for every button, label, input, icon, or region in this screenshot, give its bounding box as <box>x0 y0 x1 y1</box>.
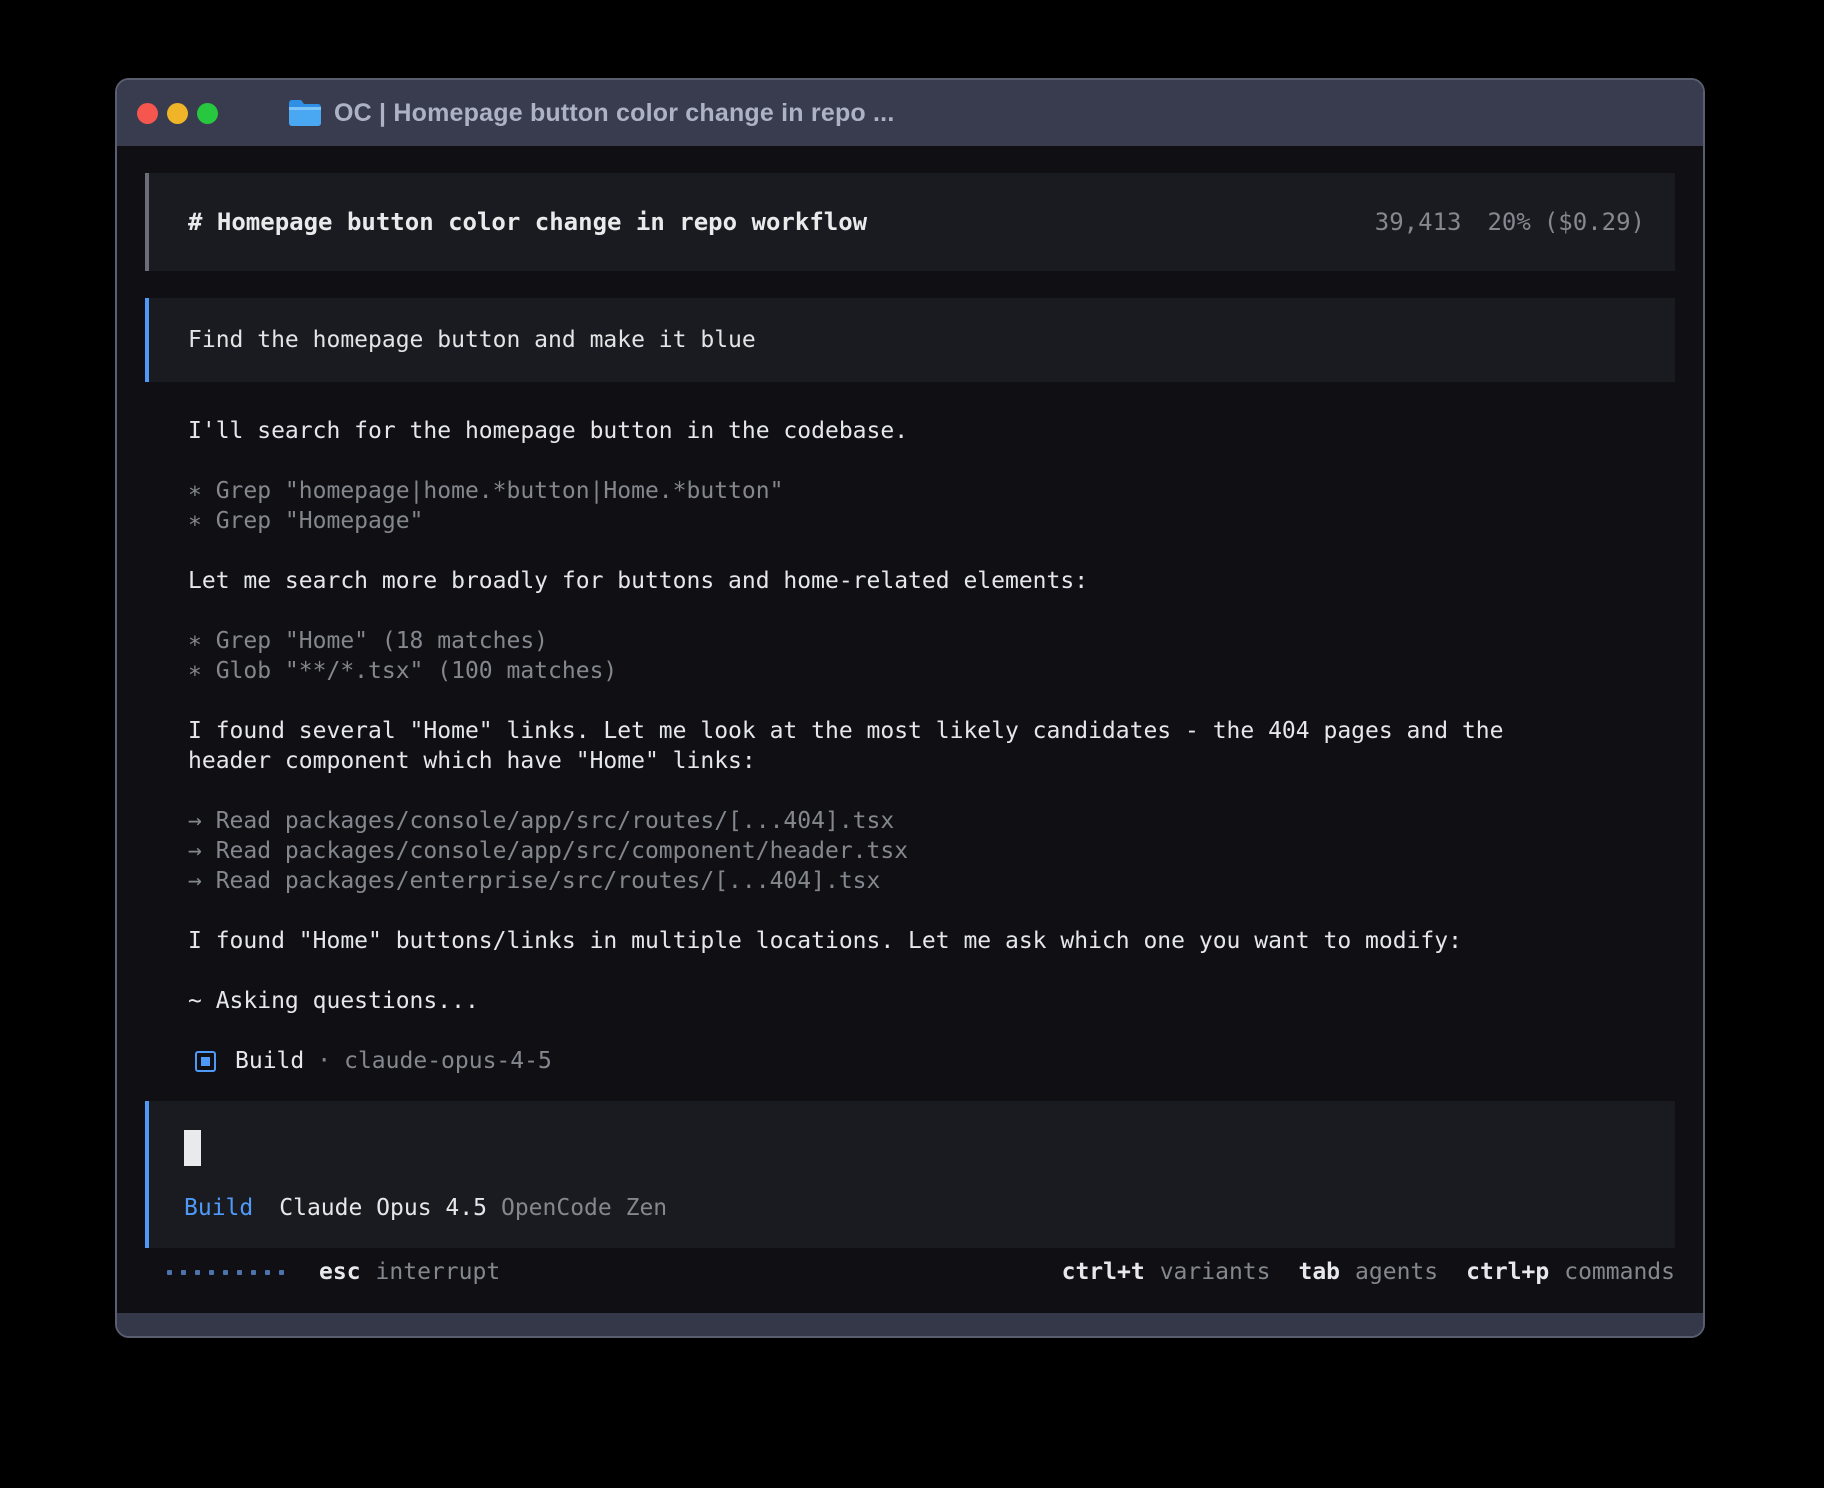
session-header: # Homepage button color change in repo w… <box>145 173 1675 271</box>
spinner-dot <box>279 1270 284 1275</box>
assistant-text-line: I found "Home" buttons/links in multiple… <box>188 926 1633 956</box>
agent-model: claude-opus-4-5 <box>344 1048 552 1074</box>
tool-call-line: → Read packages/console/app/src/routes/[… <box>188 806 1633 836</box>
tool-call-line: ∗ Grep "Homepage" <box>188 506 1633 536</box>
ctrl-p-key-label: ctrl+p <box>1466 1259 1549 1285</box>
agent-name: Build <box>235 1048 304 1074</box>
spinner-dots <box>167 1270 284 1275</box>
tool-call-line: → Read packages/enterprise/src/routes/[.… <box>188 866 1633 896</box>
transcript: I'll search for the homepage button in t… <box>188 416 1633 1016</box>
session-title: # Homepage button color change in repo w… <box>188 208 867 236</box>
prompt-input[interactable]: Build Claude Opus 4.5 OpenCode Zen <box>145 1101 1675 1248</box>
transcript-gap <box>188 536 1633 566</box>
status-bar: esc interrupt ctrl+t variants tab agents… <box>145 1256 1675 1288</box>
assistant-text-line: ~ Asking questions... <box>188 986 1633 1016</box>
input-model[interactable]: Claude Opus 4.5 <box>279 1195 487 1221</box>
transcript-gap <box>188 596 1633 626</box>
tab-key-label: tab <box>1298 1259 1340 1285</box>
spinner-dot <box>209 1270 214 1275</box>
session-stats: 39,413 20% ($0.29) <box>1375 208 1645 236</box>
hint-commands-label: commands <box>1564 1259 1675 1285</box>
hint-interrupt-label: interrupt <box>376 1259 501 1285</box>
hint-agents-label: agents <box>1355 1259 1438 1285</box>
hint-variants: ctrl+t variants <box>1062 1259 1271 1285</box>
hint-interrupt: esc interrupt <box>319 1259 500 1285</box>
terminal-content: # Homepage button color change in repo w… <box>117 146 1703 1313</box>
user-message-text: Find the homepage button and make it blu… <box>188 327 756 353</box>
token-count: 39,413 <box>1375 208 1462 236</box>
agent-separator: · <box>317 1048 331 1074</box>
tool-call-line: ∗ Grep "Home" (18 matches) <box>188 626 1633 656</box>
desktop: OC | Homepage button color change in rep… <box>0 0 1824 1488</box>
transcript-gap <box>188 446 1633 476</box>
folder-icon <box>287 98 323 128</box>
context-percent: 20% <box>1487 208 1530 236</box>
zoom-button[interactable] <box>197 103 218 124</box>
transcript-gap <box>188 956 1633 986</box>
hint-commands: ctrl+p commands <box>1466 1259 1675 1285</box>
spinner-dot <box>167 1270 172 1275</box>
tool-call-line: → Read packages/console/app/src/componen… <box>188 836 1633 866</box>
esc-key-label: esc <box>319 1259 361 1285</box>
assistant-text-line: I found several "Home" links. Let me loo… <box>188 716 1633 746</box>
spinner-dot <box>237 1270 242 1275</box>
session-cost: ($0.29) <box>1544 208 1645 236</box>
hint-variants-label: variants <box>1160 1259 1271 1285</box>
build-agent-icon <box>195 1051 216 1072</box>
hint-agents: tab agents <box>1298 1259 1438 1285</box>
spinner-dot <box>265 1270 270 1275</box>
window-title: OC | Homepage button color change in rep… <box>334 99 894 128</box>
spinner-dot <box>181 1270 186 1275</box>
ctrl-t-key-label: ctrl+t <box>1062 1259 1145 1285</box>
transcript-gap <box>188 686 1633 716</box>
input-provider: OpenCode Zen <box>501 1195 667 1221</box>
agent-status: Build · claude-opus-4-5 <box>195 1046 1703 1076</box>
window-titlebar: OC | Homepage button color change in rep… <box>117 80 1703 146</box>
spinner-dot <box>195 1270 200 1275</box>
assistant-text-line: I'll search for the homepage button in t… <box>188 416 1633 446</box>
spinner-dot <box>223 1270 228 1275</box>
transcript-gap <box>188 776 1633 806</box>
assistant-text-line: Let me search more broadly for buttons a… <box>188 566 1633 596</box>
keyboard-hints: ctrl+t variants tab agents ctrl+p comman… <box>1062 1259 1675 1285</box>
input-mode[interactable]: Build <box>184 1195 253 1221</box>
input-meta: Build Claude Opus 4.5 OpenCode Zen <box>184 1193 1675 1223</box>
tool-call-line: ∗ Glob "**/*.tsx" (100 matches) <box>188 656 1633 686</box>
spinner-dot <box>251 1270 256 1275</box>
minimize-button[interactable] <box>167 103 188 124</box>
window-bottom-edge <box>117 1313 1703 1336</box>
transcript-gap <box>188 896 1633 926</box>
tool-call-line: ∗ Grep "homepage|home.*button|Home.*butt… <box>188 476 1633 506</box>
user-message: Find the homepage button and make it blu… <box>145 298 1675 382</box>
terminal-window: OC | Homepage button color change in rep… <box>115 78 1705 1338</box>
close-button[interactable] <box>137 103 158 124</box>
assistant-text-line: header component which have "Home" links… <box>188 746 1633 776</box>
text-cursor <box>184 1130 201 1166</box>
